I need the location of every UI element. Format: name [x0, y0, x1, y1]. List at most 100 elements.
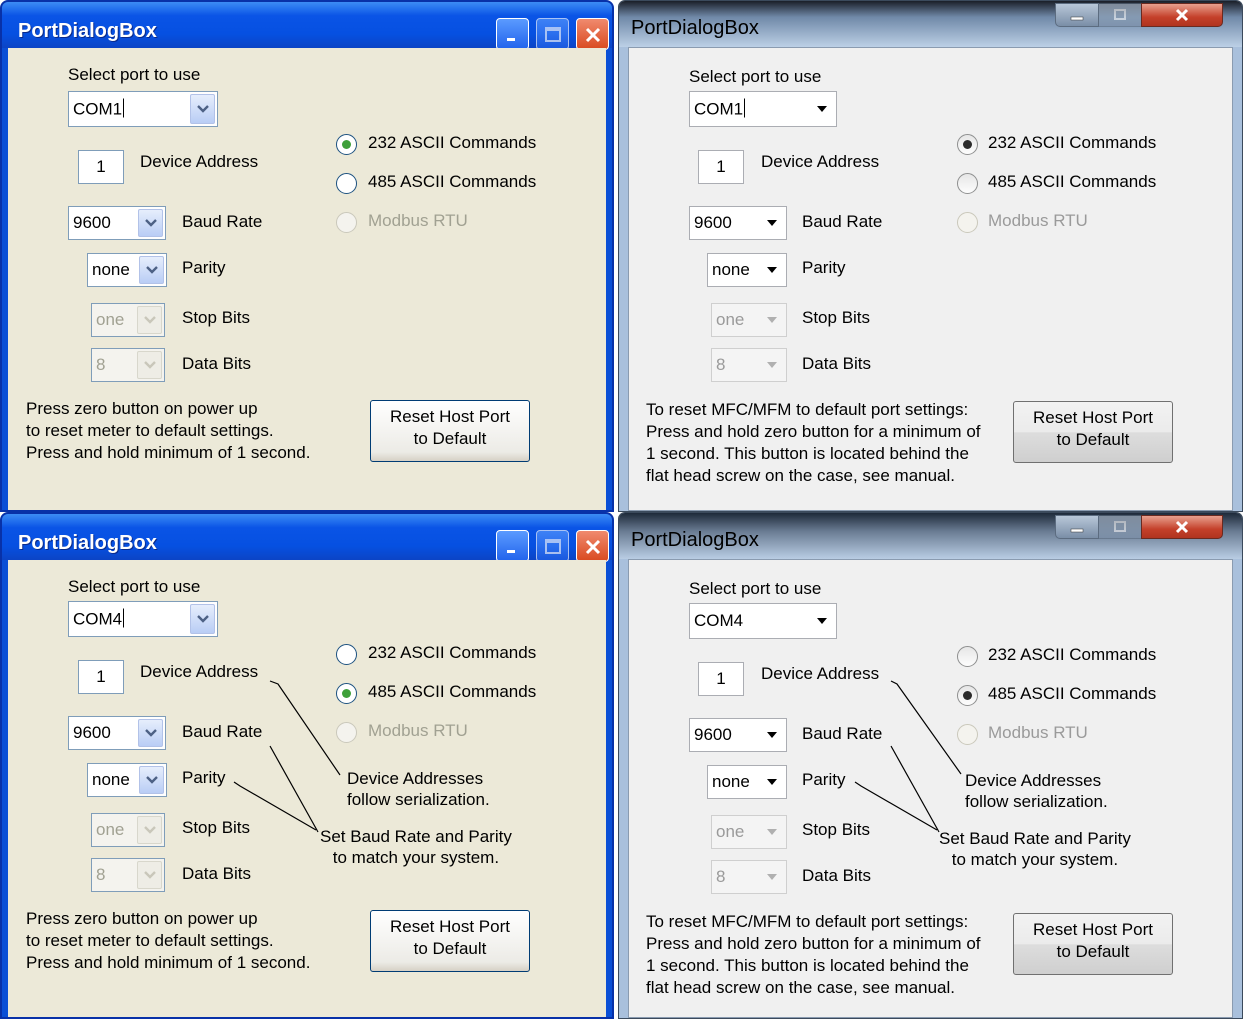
stop-bits-select: one — [91, 303, 165, 337]
baud-rate-select[interactable]: 9600 — [68, 206, 166, 240]
maximize-button[interactable] — [1098, 3, 1142, 27]
chevron-down-icon — [143, 361, 156, 369]
parity-label: Parity — [802, 258, 846, 277]
chevron-down-icon — [766, 220, 777, 226]
radio-485-label: 485 ASCII Commands — [988, 172, 1157, 191]
chevron-down-icon — [144, 219, 157, 227]
baud-rate-value: 9600 — [73, 213, 111, 232]
reset-host-port-button[interactable]: Reset Host Port to Default — [1013, 401, 1173, 463]
maximize-button[interactable] — [1098, 515, 1142, 539]
minimize-button[interactable] — [1055, 3, 1099, 27]
minimize-icon — [1070, 16, 1084, 21]
radio-modbus-rtu — [336, 212, 357, 233]
reset-host-port-button[interactable]: Reset Host Port to Default — [1013, 913, 1173, 975]
port-dialog-window-win7-com4: PortDialogBox Select port to use COM4 1 … — [618, 512, 1243, 1019]
close-icon — [585, 539, 601, 555]
minimize-button[interactable] — [496, 530, 529, 562]
window-title: PortDialogBox — [631, 529, 759, 551]
close-button[interactable] — [1141, 3, 1223, 27]
port-dialog-window-xp-com1: PortDialogBox Select port to use COM1 1 … — [0, 0, 614, 512]
baud-rate-select[interactable]: 9600 — [689, 206, 787, 240]
chevron-down-icon — [196, 105, 209, 113]
select-port-label: Select port to use — [68, 65, 201, 84]
annotation-device-addresses: Device Addresses follow serialization. — [347, 769, 490, 809]
close-icon — [1175, 8, 1189, 22]
maximize-button[interactable] — [536, 530, 569, 562]
annotation-baud-parity: Set Baud Rate and Parity to match your s… — [320, 827, 512, 867]
parity-select[interactable]: none — [707, 253, 787, 287]
dialog-body: Select port to use COM1 1 Device Address… — [8, 48, 606, 510]
parity-value: none — [92, 260, 130, 279]
annotation-device-addresses: Device Addresses follow serialization. — [965, 771, 1108, 811]
minimize-icon — [507, 550, 515, 553]
radio-485-ascii[interactable] — [336, 173, 357, 194]
radio-modbus-label: Modbus RTU — [988, 211, 1088, 230]
radio-232-ascii[interactable] — [957, 134, 978, 155]
radio-485-ascii[interactable] — [957, 173, 978, 194]
reset-host-port-button[interactable]: Reset Host Port to Default — [370, 910, 530, 972]
port-value: COM1 — [73, 99, 123, 119]
data-bits-value: 8 — [96, 355, 106, 374]
close-button[interactable] — [1141, 515, 1223, 539]
minimize-icon — [1070, 528, 1084, 533]
parity-label: Parity — [182, 258, 226, 277]
chevron-down-icon — [816, 106, 827, 112]
window-title: PortDialogBox — [18, 532, 157, 554]
minimize-button[interactable] — [1055, 515, 1099, 539]
maximize-icon — [545, 539, 561, 554]
chevron-down-icon — [766, 317, 777, 323]
radio-232-label: 232 ASCII Commands — [368, 133, 537, 152]
reset-host-port-button[interactable]: Reset Host Port to Default — [370, 400, 530, 462]
close-icon — [585, 27, 601, 43]
minimize-button[interactable] — [496, 18, 529, 50]
stop-bits-label: Stop Bits — [182, 308, 251, 327]
title-bar[interactable]: PortDialogBox — [619, 513, 1242, 559]
device-address-label: Device Address — [140, 152, 259, 171]
dialog-body: Select port to use COM4 1 Device Address… — [8, 560, 606, 1017]
chevron-down-icon — [143, 316, 156, 324]
device-address-label: Device Address — [761, 152, 880, 171]
close-button[interactable] — [576, 530, 609, 562]
close-button[interactable] — [576, 18, 609, 50]
chevron-down-icon — [145, 266, 158, 274]
radio-modbus-label: Modbus RTU — [368, 211, 468, 230]
reset-instructions: Press zero button on power up to reset me… — [26, 909, 311, 972]
reset-instructions: To reset MFC/MFM to default port setting… — [646, 400, 981, 485]
dialog-body: Select port to use COM1 1 Device Address… — [628, 47, 1233, 511]
port-select[interactable]: COM1 — [689, 91, 837, 127]
reset-instructions: To reset MFC/MFM to default port setting… — [646, 912, 981, 997]
annotation-baud-parity: Set Baud Rate and Parity to match your s… — [939, 829, 1131, 869]
baud-rate-label: Baud Rate — [802, 212, 883, 231]
radio-232-label: 232 ASCII Commands — [988, 133, 1157, 152]
stop-bits-value: one — [716, 310, 745, 329]
baud-rate-value: 9600 — [694, 213, 732, 232]
title-bar[interactable]: PortDialogBox — [2, 514, 612, 562]
data-bits-label: Data Bits — [802, 354, 871, 373]
radio-232-ascii[interactable] — [336, 134, 357, 155]
parity-value: none — [712, 260, 750, 279]
radio-modbus-rtu — [957, 212, 978, 233]
port-select[interactable]: COM1 — [68, 91, 218, 127]
port-dialog-window-win7-com1: PortDialogBox Select port to use COM1 1 … — [618, 0, 1243, 512]
chevron-down-icon — [766, 267, 777, 273]
radio-485-label: 485 ASCII Commands — [368, 172, 537, 191]
data-bits-value: 8 — [716, 355, 726, 374]
stop-bits-select: one — [711, 303, 787, 337]
device-address-input[interactable]: 1 — [78, 150, 124, 184]
data-bits-select: 8 — [711, 348, 787, 382]
maximize-icon — [1114, 521, 1126, 532]
parity-select[interactable]: none — [87, 253, 167, 287]
maximize-icon — [1114, 9, 1126, 20]
close-icon — [1175, 520, 1189, 534]
window-title: PortDialogBox — [18, 20, 157, 42]
baud-rate-label: Baud Rate — [182, 212, 263, 231]
title-bar[interactable]: PortDialogBox — [2, 2, 612, 50]
reset-instructions: Press zero button on power up to reset me… — [26, 399, 311, 462]
dialog-body: Select port to use COM4 1 Device Address… — [628, 559, 1233, 1018]
stop-bits-label: Stop Bits — [802, 308, 871, 327]
maximize-icon — [545, 27, 561, 42]
device-address-input[interactable]: 1 — [698, 150, 744, 184]
title-bar[interactable]: PortDialogBox — [619, 1, 1242, 47]
maximize-button[interactable] — [536, 18, 569, 50]
chevron-down-icon — [766, 362, 777, 368]
